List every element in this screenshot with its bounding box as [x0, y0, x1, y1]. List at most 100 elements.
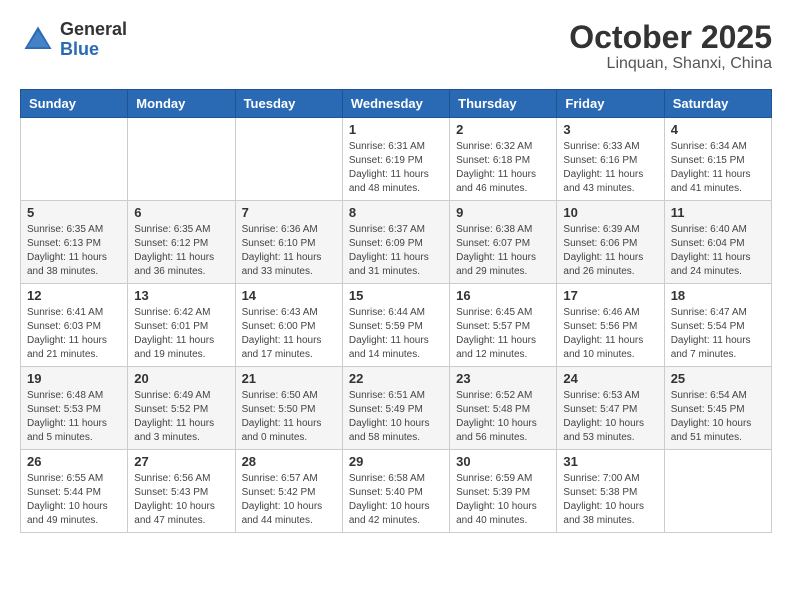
- day-number: 27: [134, 454, 228, 469]
- day-info: Sunrise: 6:50 AM Sunset: 5:50 PM Dayligh…: [242, 389, 336, 445]
- calendar-cell: 19 Sunrise: 6:48 AM Sunset: 5:53 PM Dayli…: [21, 367, 128, 450]
- day-number: 1: [349, 122, 443, 137]
- day-info: Sunrise: 6:36 AM Sunset: 6:10 PM Dayligh…: [242, 223, 336, 279]
- day-info: Sunrise: 6:35 AM Sunset: 6:12 PM Dayligh…: [134, 223, 228, 279]
- calendar-cell: 22 Sunrise: 6:51 AM Sunset: 5:49 PM Dayli…: [342, 367, 449, 450]
- weekday-header-sunday: Sunday: [21, 90, 128, 118]
- day-number: 21: [242, 371, 336, 386]
- day-info: Sunrise: 6:41 AM Sunset: 6:03 PM Dayligh…: [27, 306, 121, 362]
- day-number: 28: [242, 454, 336, 469]
- weekday-header-monday: Monday: [128, 90, 235, 118]
- day-info: Sunrise: 6:32 AM Sunset: 6:18 PM Dayligh…: [456, 140, 550, 196]
- day-info: Sunrise: 6:53 AM Sunset: 5:47 PM Dayligh…: [563, 389, 657, 445]
- calendar-cell: 15 Sunrise: 6:44 AM Sunset: 5:59 PM Dayli…: [342, 284, 449, 367]
- day-info: Sunrise: 6:37 AM Sunset: 6:09 PM Dayligh…: [349, 223, 443, 279]
- weekday-header-friday: Friday: [557, 90, 664, 118]
- day-info: Sunrise: 6:57 AM Sunset: 5:42 PM Dayligh…: [242, 472, 336, 528]
- calendar-cell: 29 Sunrise: 6:58 AM Sunset: 5:40 PM Dayli…: [342, 450, 449, 533]
- day-number: 10: [563, 205, 657, 220]
- day-number: 31: [563, 454, 657, 469]
- calendar-cell: 18 Sunrise: 6:47 AM Sunset: 5:54 PM Dayli…: [664, 284, 771, 367]
- calendar-subtitle: Linquan, Shanxi, China: [569, 55, 772, 73]
- day-info: Sunrise: 6:33 AM Sunset: 6:16 PM Dayligh…: [563, 140, 657, 196]
- day-number: 11: [671, 205, 765, 220]
- day-number: 3: [563, 122, 657, 137]
- calendar-cell: 9Sunrise: 6:38 AM Sunset: 6:07 PM Daylig…: [450, 201, 557, 284]
- day-info: Sunrise: 6:31 AM Sunset: 6:19 PM Dayligh…: [349, 140, 443, 196]
- page-header: General Blue October 2025 Linquan, Shanx…: [20, 20, 772, 73]
- logo-text: General Blue: [60, 20, 127, 60]
- weekday-header-wednesday: Wednesday: [342, 90, 449, 118]
- title-block: October 2025 Linquan, Shanxi, China: [569, 20, 772, 73]
- day-info: Sunrise: 6:44 AM Sunset: 5:59 PM Dayligh…: [349, 306, 443, 362]
- calendar-week-2: 5 Sunrise: 6:35 AM Sunset: 6:13 PM Daylig…: [21, 201, 772, 284]
- calendar-cell: [21, 118, 128, 201]
- calendar-cell: 7Sunrise: 6:36 AM Sunset: 6:10 PM Daylig…: [235, 201, 342, 284]
- day-number: 2: [456, 122, 550, 137]
- calendar-cell: 23Sunrise: 6:52 AM Sunset: 5:48 PM Dayli…: [450, 367, 557, 450]
- calendar-week-4: 19 Sunrise: 6:48 AM Sunset: 5:53 PM Dayli…: [21, 367, 772, 450]
- calendar-cell: 30 Sunrise: 6:59 AM Sunset: 5:39 PM Dayli…: [450, 450, 557, 533]
- day-info: Sunrise: 6:51 AM Sunset: 5:49 PM Dayligh…: [349, 389, 443, 445]
- day-number: 30: [456, 454, 550, 469]
- day-info: Sunrise: 6:54 AM Sunset: 5:45 PM Dayligh…: [671, 389, 765, 445]
- calendar-cell: [664, 450, 771, 533]
- logo: General Blue: [20, 20, 127, 60]
- day-info: Sunrise: 6:35 AM Sunset: 6:13 PM Dayligh…: [27, 223, 121, 279]
- calendar-cell: 16 Sunrise: 6:45 AM Sunset: 5:57 PM Dayli…: [450, 284, 557, 367]
- day-info: Sunrise: 6:47 AM Sunset: 5:54 PM Dayligh…: [671, 306, 765, 362]
- day-info: Sunrise: 6:48 AM Sunset: 5:53 PM Dayligh…: [27, 389, 121, 445]
- day-info: Sunrise: 6:34 AM Sunset: 6:15 PM Dayligh…: [671, 140, 765, 196]
- logo-general-label: General: [60, 20, 127, 40]
- calendar-cell: 10 Sunrise: 6:39 AM Sunset: 6:06 PM Dayli…: [557, 201, 664, 284]
- calendar-cell: 1 Sunrise: 6:31 AM Sunset: 6:19 PM Daylig…: [342, 118, 449, 201]
- calendar-cell: 12 Sunrise: 6:41 AM Sunset: 6:03 PM Dayli…: [21, 284, 128, 367]
- calendar-cell: [235, 118, 342, 201]
- calendar-table: SundayMondayTuesdayWednesdayThursdayFrid…: [20, 89, 772, 533]
- calendar-cell: [128, 118, 235, 201]
- day-info: Sunrise: 7:00 AM Sunset: 5:38 PM Dayligh…: [563, 472, 657, 528]
- day-number: 4: [671, 122, 765, 137]
- day-info: Sunrise: 6:59 AM Sunset: 5:39 PM Dayligh…: [456, 472, 550, 528]
- day-info: Sunrise: 6:38 AM Sunset: 6:07 PM Dayligh…: [456, 223, 550, 279]
- calendar-cell: 14 Sunrise: 6:43 AM Sunset: 6:00 PM Dayli…: [235, 284, 342, 367]
- day-number: 29: [349, 454, 443, 469]
- calendar-title: October 2025: [569, 20, 772, 55]
- day-number: 8: [349, 205, 443, 220]
- day-number: 16: [456, 288, 550, 303]
- calendar-cell: 5 Sunrise: 6:35 AM Sunset: 6:13 PM Daylig…: [21, 201, 128, 284]
- day-number: 23: [456, 371, 550, 386]
- logo-blue-label: Blue: [60, 40, 127, 60]
- day-number: 26: [27, 454, 121, 469]
- day-number: 19: [27, 371, 121, 386]
- day-number: 18: [671, 288, 765, 303]
- weekday-header-saturday: Saturday: [664, 90, 771, 118]
- day-info: Sunrise: 6:40 AM Sunset: 6:04 PM Dayligh…: [671, 223, 765, 279]
- weekday-header-row: SundayMondayTuesdayWednesdayThursdayFrid…: [21, 90, 772, 118]
- logo-icon: [20, 22, 56, 58]
- calendar-week-1: 1 Sunrise: 6:31 AM Sunset: 6:19 PM Daylig…: [21, 118, 772, 201]
- day-number: 17: [563, 288, 657, 303]
- calendar-cell: 8 Sunrise: 6:37 AM Sunset: 6:09 PM Daylig…: [342, 201, 449, 284]
- calendar-week-5: 26 Sunrise: 6:55 AM Sunset: 5:44 PM Dayli…: [21, 450, 772, 533]
- day-number: 13: [134, 288, 228, 303]
- calendar-cell: 3 Sunrise: 6:33 AM Sunset: 6:16 PM Daylig…: [557, 118, 664, 201]
- day-info: Sunrise: 6:45 AM Sunset: 5:57 PM Dayligh…: [456, 306, 550, 362]
- day-number: 5: [27, 205, 121, 220]
- day-info: Sunrise: 6:39 AM Sunset: 6:06 PM Dayligh…: [563, 223, 657, 279]
- weekday-header-thursday: Thursday: [450, 90, 557, 118]
- day-number: 22: [349, 371, 443, 386]
- day-info: Sunrise: 6:55 AM Sunset: 5:44 PM Dayligh…: [27, 472, 121, 528]
- calendar-cell: 13 Sunrise: 6:42 AM Sunset: 6:01 PM Dayli…: [128, 284, 235, 367]
- day-number: 12: [27, 288, 121, 303]
- weekday-header-tuesday: Tuesday: [235, 90, 342, 118]
- calendar-cell: 6Sunrise: 6:35 AM Sunset: 6:12 PM Daylig…: [128, 201, 235, 284]
- day-info: Sunrise: 6:42 AM Sunset: 6:01 PM Dayligh…: [134, 306, 228, 362]
- day-number: 14: [242, 288, 336, 303]
- calendar-cell: 31 Sunrise: 7:00 AM Sunset: 5:38 PM Dayli…: [557, 450, 664, 533]
- calendar-cell: 21 Sunrise: 6:50 AM Sunset: 5:50 PM Dayli…: [235, 367, 342, 450]
- day-info: Sunrise: 6:58 AM Sunset: 5:40 PM Dayligh…: [349, 472, 443, 528]
- day-number: 15: [349, 288, 443, 303]
- day-number: 24: [563, 371, 657, 386]
- day-info: Sunrise: 6:43 AM Sunset: 6:00 PM Dayligh…: [242, 306, 336, 362]
